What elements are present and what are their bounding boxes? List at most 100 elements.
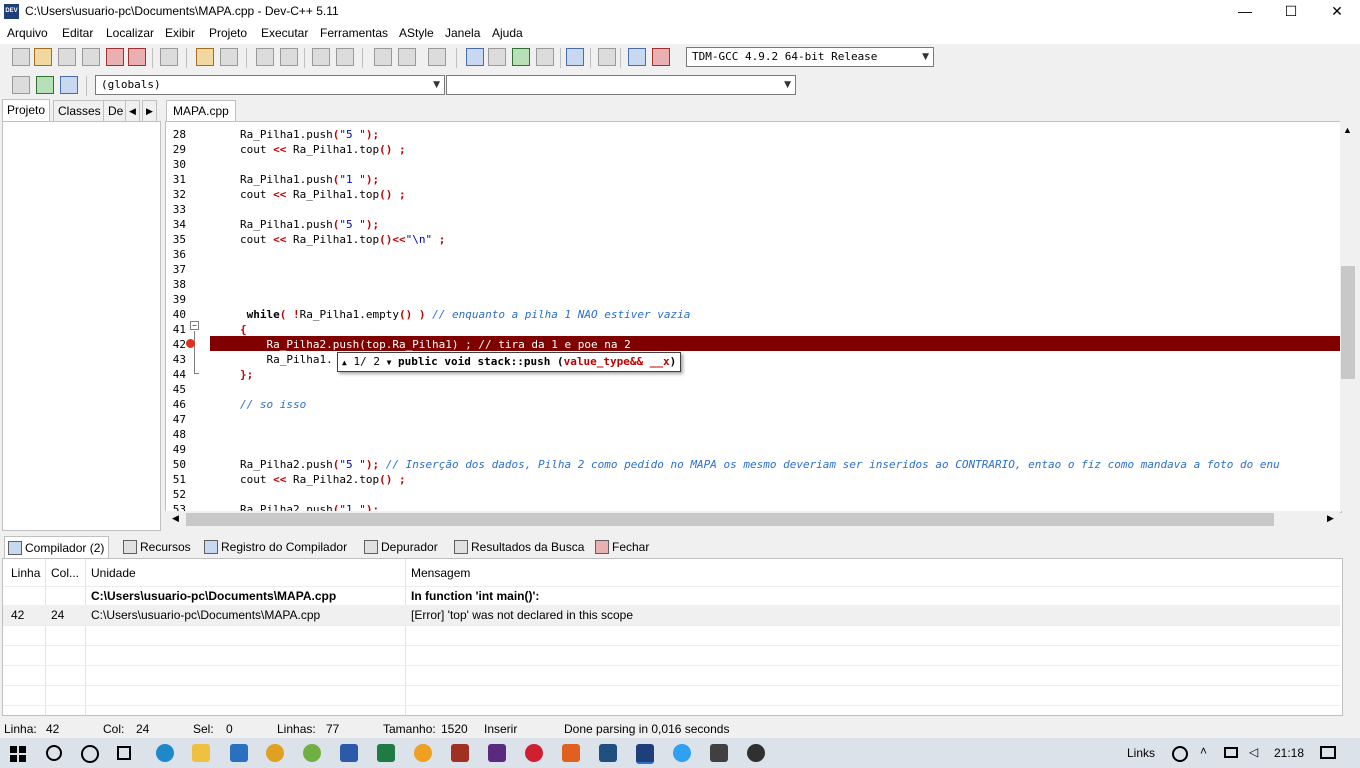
message-row[interactable]: 42 24 C:\Users\usuario-pc\Documents\MAPA… bbox=[3, 605, 1340, 625]
indent-icon[interactable] bbox=[312, 48, 330, 66]
goto-line-icon[interactable] bbox=[336, 48, 354, 66]
open-file-icon[interactable] bbox=[34, 48, 52, 66]
new-file-icon[interactable] bbox=[12, 48, 30, 66]
back-icon[interactable] bbox=[374, 48, 392, 66]
redo-icon[interactable] bbox=[220, 48, 238, 66]
undo-icon[interactable] bbox=[196, 48, 214, 66]
network-icon[interactable] bbox=[1224, 747, 1238, 758]
utorrent-icon[interactable] bbox=[303, 744, 321, 762]
excel-icon[interactable] bbox=[377, 744, 395, 762]
tab-mapa-cpp[interactable]: MAPA.cpp bbox=[166, 100, 236, 123]
links-toolbar[interactable]: Links bbox=[1127, 746, 1155, 760]
run-icon[interactable] bbox=[488, 48, 506, 66]
menu-localizar[interactable]: Localizar bbox=[106, 26, 154, 40]
tab-scroll-right-icon[interactable]: ▶ bbox=[142, 100, 157, 121]
close-all-icon[interactable] bbox=[128, 48, 146, 66]
scroll-right-icon[interactable]: ▶ bbox=[1327, 513, 1334, 524]
compile-run-icon[interactable] bbox=[512, 48, 530, 66]
task-view-icon[interactable] bbox=[117, 746, 131, 760]
clock[interactable]: 21:18 bbox=[1274, 746, 1304, 760]
header-linha[interactable]: Linha bbox=[11, 566, 40, 580]
menu-projeto[interactable]: Projeto bbox=[209, 26, 247, 40]
horizontal-scroll-thumb[interactable] bbox=[186, 513, 1274, 526]
line-number: 37 bbox=[172, 263, 186, 276]
maximize-button[interactable]: ☐ bbox=[1268, 0, 1314, 24]
menu-exibir[interactable]: Exibir bbox=[165, 26, 195, 40]
tab-fechar[interactable]: Fechar bbox=[592, 536, 653, 558]
menu-astyle[interactable]: AStyle bbox=[399, 26, 434, 40]
app-film-icon[interactable] bbox=[710, 744, 728, 762]
app-disc-icon[interactable] bbox=[747, 744, 765, 762]
edge-icon[interactable] bbox=[156, 744, 174, 762]
chrome-icon[interactable] bbox=[266, 744, 284, 762]
hint-next-icon[interactable]: ▼ bbox=[387, 358, 392, 367]
show-hidden-icons-icon[interactable]: ˄ bbox=[1200, 744, 1207, 758]
compile-icon[interactable] bbox=[466, 48, 484, 66]
menu-janela[interactable]: Janela bbox=[445, 26, 480, 40]
hint-prev-icon[interactable]: ▲ bbox=[342, 358, 347, 367]
file-explorer-icon[interactable] bbox=[192, 744, 210, 762]
volume-icon[interactable]: ◁ bbox=[1249, 745, 1258, 759]
message-row[interactable]: C:\Users\usuario-pc\Documents\MAPA.cpp I… bbox=[3, 586, 1340, 606]
start-icon[interactable] bbox=[10, 746, 26, 762]
save-all-icon[interactable] bbox=[82, 48, 100, 66]
fold-collapse-icon[interactable]: − bbox=[190, 321, 199, 330]
menu-ferramentas[interactable]: Ferramentas bbox=[320, 26, 388, 40]
stop-icon[interactable] bbox=[598, 48, 616, 66]
project-tree[interactable] bbox=[2, 121, 161, 531]
tab-compilador[interactable]: Compilador (2) bbox=[4, 536, 110, 559]
profile-icon[interactable] bbox=[628, 48, 646, 66]
header-coluna[interactable]: Col... bbox=[51, 566, 79, 580]
tab-recursos[interactable]: Recursos bbox=[120, 536, 195, 558]
print-icon[interactable] bbox=[160, 48, 178, 66]
app-game-icon[interactable] bbox=[451, 744, 469, 762]
vertical-scroll-thumb[interactable] bbox=[1341, 266, 1355, 379]
scroll-left-icon[interactable]: ◀ bbox=[172, 513, 179, 524]
goto-icon[interactable] bbox=[36, 76, 54, 94]
minimize-button[interactable]: — bbox=[1222, 0, 1268, 24]
mail-icon[interactable] bbox=[230, 744, 248, 762]
people-icon[interactable] bbox=[1172, 746, 1188, 762]
tab-depurador[interactable]: Depurador bbox=[361, 536, 442, 558]
devcpp-taskbar-icon[interactable] bbox=[636, 744, 654, 764]
forward-icon[interactable] bbox=[398, 48, 416, 66]
menu-editar[interactable]: Editar bbox=[62, 26, 93, 40]
find-icon[interactable] bbox=[256, 48, 274, 66]
close-file-icon[interactable] bbox=[106, 48, 124, 66]
header-mensagem[interactable]: Mensagem bbox=[411, 566, 470, 580]
save-icon[interactable] bbox=[58, 48, 76, 66]
search-icon[interactable] bbox=[46, 745, 62, 761]
app-blue-icon[interactable] bbox=[599, 744, 617, 762]
insert-icon[interactable] bbox=[12, 76, 30, 94]
delete-profile-icon[interactable] bbox=[652, 48, 670, 66]
cortana-icon[interactable] bbox=[81, 745, 99, 763]
menu-arquivo[interactable]: Arquivo bbox=[7, 26, 48, 40]
code-editor[interactable]: 28 29 30 31 32 33 34 35 36 37 38 39 40 41 42 43 44 45 46 47… bbox=[165, 121, 1342, 513]
scroll-up-icon[interactable]: ▲ bbox=[1343, 125, 1352, 135]
syntax-check-icon[interactable] bbox=[566, 48, 584, 66]
notifications-icon[interactable] bbox=[1320, 746, 1336, 759]
replace-icon[interactable] bbox=[280, 48, 298, 66]
close-button[interactable]: ✕ bbox=[1314, 0, 1360, 24]
app-red-icon[interactable] bbox=[525, 744, 543, 762]
compiler-select[interactable]: TDM-GCC 4.9.2 64-bit Release ▼ bbox=[686, 47, 934, 67]
toggle-bookmark-icon[interactable] bbox=[428, 48, 446, 66]
app-orange-icon[interactable] bbox=[562, 744, 580, 762]
tab-classes[interactable]: Classes bbox=[53, 100, 106, 121]
rebuild-icon[interactable] bbox=[536, 48, 554, 66]
app-lightning-icon[interactable] bbox=[673, 744, 691, 762]
menu-ajuda[interactable]: Ajuda bbox=[492, 26, 523, 40]
app-hex-icon[interactable] bbox=[488, 744, 506, 762]
menu-executar[interactable]: Executar bbox=[261, 26, 308, 40]
app-bolt-icon[interactable] bbox=[414, 744, 432, 762]
tab-resultados-busca[interactable]: Resultados da Busca bbox=[451, 536, 588, 558]
scope-select[interactable]: (globals) ▼ bbox=[95, 75, 445, 95]
word-icon[interactable] bbox=[340, 744, 358, 762]
toggle-icon[interactable] bbox=[60, 76, 78, 94]
tab-scroll-left-icon[interactable]: ◀ bbox=[125, 100, 140, 121]
tab-projeto[interactable]: Projeto bbox=[2, 99, 51, 122]
header-unidade[interactable]: Unidade bbox=[91, 566, 136, 580]
status-parse: Done parsing in 0,016 seconds bbox=[564, 722, 730, 736]
tab-registro[interactable]: Registro do Compilador bbox=[201, 536, 351, 558]
member-select[interactable]: ▼ bbox=[446, 75, 796, 95]
